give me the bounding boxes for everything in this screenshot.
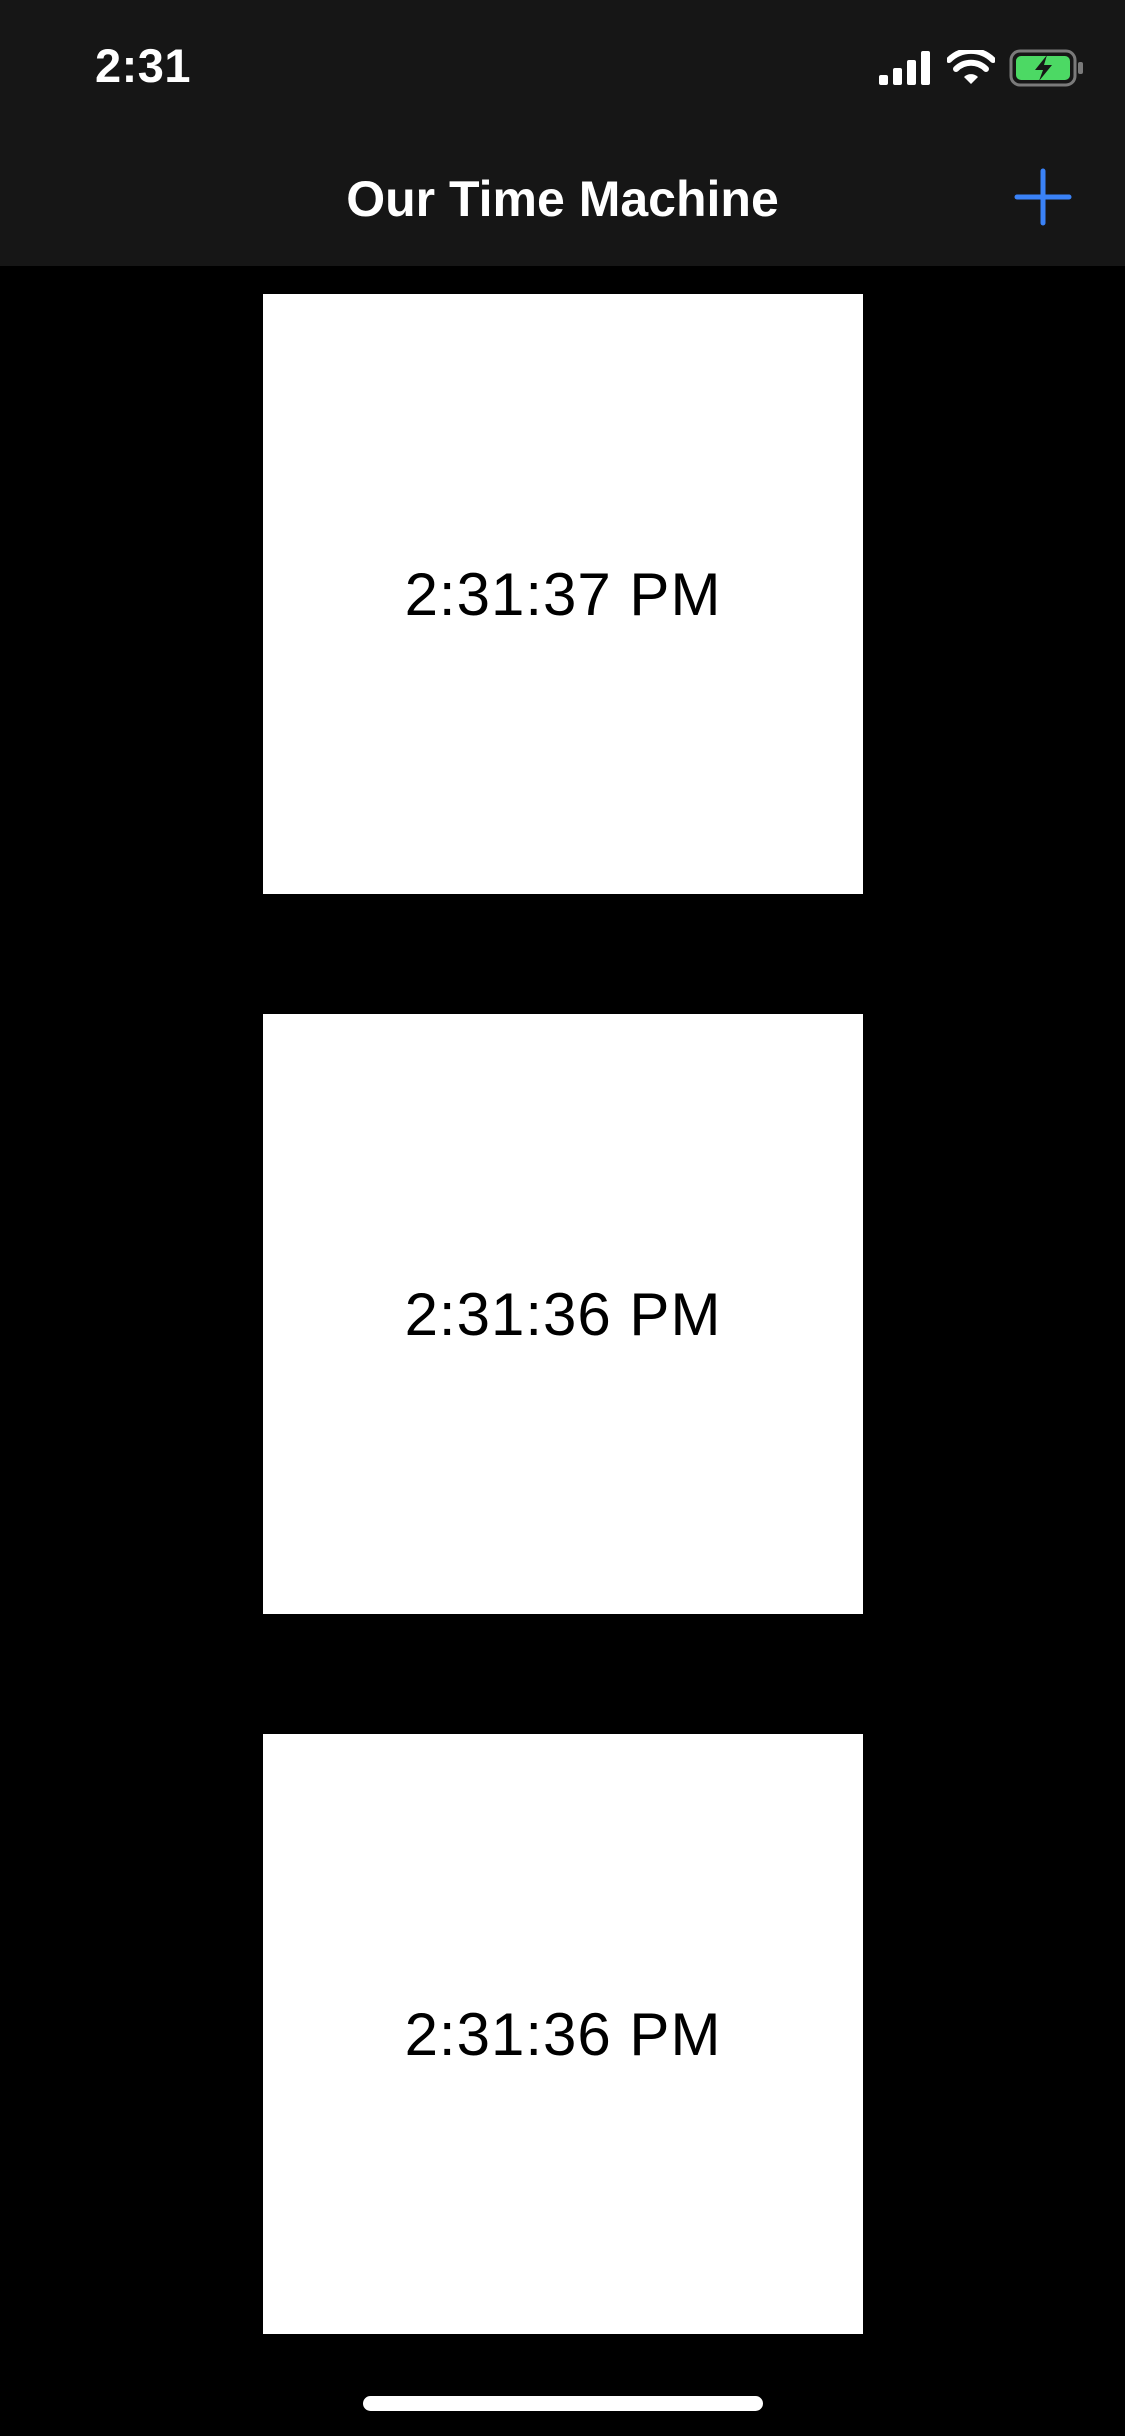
status-time: 2:31 bbox=[95, 39, 192, 92]
page-title: Our Time Machine bbox=[346, 171, 779, 227]
time-card[interactable]: 2:31:37 PM bbox=[263, 294, 863, 894]
add-button[interactable] bbox=[1013, 167, 1073, 227]
wifi-icon bbox=[946, 47, 996, 91]
navigation-bar: Our Time Machine bbox=[0, 132, 1125, 266]
status-icons bbox=[879, 47, 1085, 92]
status-bar: 2:31 bbox=[0, 0, 1125, 132]
cellular-signal-icon bbox=[879, 50, 933, 90]
card-time-label: 2:31:36 PM bbox=[404, 2000, 722, 2068]
card-time-label: 2:31:36 PM bbox=[404, 1280, 722, 1348]
time-card[interactable]: 2:31:36 PM bbox=[263, 1014, 863, 1614]
time-card[interactable]: 2:31:36 PM bbox=[263, 1734, 863, 2334]
home-indicator[interactable] bbox=[363, 2396, 763, 2411]
card-list[interactable]: 2:31:37 PM 2:31:36 PM 2:31:36 PM bbox=[0, 266, 1125, 2436]
plus-icon bbox=[1014, 168, 1072, 226]
battery-charging-icon bbox=[1009, 49, 1085, 92]
card-time-label: 2:31:37 PM bbox=[404, 560, 722, 628]
